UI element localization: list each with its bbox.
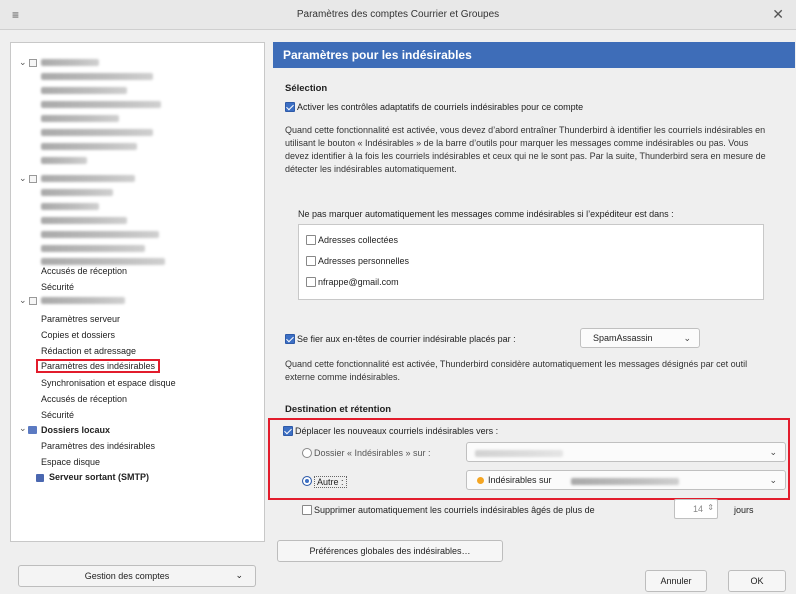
whitelist-label: Ne pas marquer automatiquement les messa… [298,209,674,219]
redacted-text [571,478,679,485]
trust-headers-value: SpamAssassin [593,333,653,343]
redacted-text [41,73,153,80]
window-title: Paramètres des comptes Courrier et Group… [296,9,500,20]
redacted-text [41,101,161,108]
sidebar-item-junk-settings[interactable]: Paramètres des indésirables [36,359,161,373]
whitelist-collected-checkbox[interactable] [306,235,316,245]
account-icon [29,175,37,183]
redacted-text [41,87,127,94]
account-actions-label: Gestion des comptes [84,571,170,581]
redacted-text [41,297,125,304]
expand-icon[interactable]: ⌄ [19,423,27,434]
smtp-icon [36,474,44,482]
ok-button[interactable]: OK [728,570,786,592]
sidebar-item-smtp[interactable]: Serveur sortant (SMTP) [49,471,149,484]
sidebar-item-server-settings[interactable]: Paramètres serveur [41,313,120,326]
account-actions-button[interactable]: Gestion des comptes ⌄ [18,565,256,587]
expand-icon[interactable]: ⌄ [19,173,27,184]
section-destination-title: Destination et rétention [285,404,392,415]
sidebar-item-disk-space[interactable]: Espace disque [41,456,100,469]
folder-option-radio[interactable] [302,448,312,458]
adaptive-junk-checkbox[interactable] [285,102,295,112]
folder-icon [477,477,484,484]
chevron-down-icon: ⌄ [235,570,243,580]
redacted-text [41,231,159,238]
trust-headers-dropdown[interactable]: SpamAssassin ⌄ [580,328,700,348]
chevron-down-icon: ⌄ [683,333,691,343]
sidebar-item-security[interactable]: Sécurité [41,281,74,294]
sidebar-item-copies-folders[interactable]: Copies et dossiers [41,329,115,342]
redacted-text [41,143,137,150]
redacted-text [475,450,563,457]
account-icon [29,59,37,67]
whitelist-collected-label[interactable]: Adresses collectées [318,235,398,245]
expand-icon[interactable]: ⌄ [19,295,27,306]
redacted-text [41,245,145,252]
trust-description: Quand cette fonctionnalité est activée, … [285,359,748,382]
sidebar-item-security-2[interactable]: Sécurité [41,409,74,422]
redacted-text [41,189,113,196]
whitelist-personal-label[interactable]: Adresses personnelles [318,256,409,266]
auto-delete-days-value: 14 [692,504,703,514]
spinner-arrows-icon[interactable]: ⇕ [707,503,714,512]
sidebar-item-return-receipts-2[interactable]: Accusés de réception [41,393,127,406]
auto-delete-days-spinner[interactable]: 14 ⇕ [674,499,718,519]
redacted-text [41,175,135,182]
adaptive-junk-label[interactable]: Activer les contrôles adaptatifs de cour… [297,102,583,112]
other-folder-value: Indésirables sur [488,475,552,485]
account-tree[interactable]: ⌄ ⌄ Accusés de réception Sécurité ⌄ Para… [10,42,265,542]
move-junk-checkbox[interactable] [283,426,293,436]
section-selection-title: Sélection [285,83,328,94]
cancel-button[interactable]: Annuler [645,570,707,592]
sidebar-item-composition[interactable]: Rédaction et adressage [41,345,136,358]
redacted-text [41,129,153,136]
whitelist-personal-checkbox[interactable] [306,256,316,266]
adaptive-description: Quand cette fonctionnalité est activée, … [285,125,766,174]
account-icon [29,297,37,305]
whitelist-address-label[interactable]: nfrappe@gmail.com [318,277,399,287]
redacted-text [41,59,99,66]
sidebar-item-local-folders[interactable]: Dossiers locaux [41,424,110,437]
title-bar: ≡ Paramètres des comptes Courrier et Gro… [0,0,796,30]
other-folder-value-wrap: Indésirables sur [477,475,552,485]
auto-delete-checkbox[interactable] [302,505,312,515]
move-junk-label[interactable]: Déplacer les nouveaux courriels indésira… [295,426,498,436]
folder-option-label[interactable]: Dossier « Indésirables » sur : [314,448,431,458]
trust-headers-checkbox[interactable] [285,334,295,344]
other-folder-dropdown[interactable]: Indésirables sur ⌄ [466,470,786,490]
whitelist-address-checkbox[interactable] [306,277,316,287]
redacted-text [41,217,127,224]
global-junk-prefs-button[interactable]: Préférences globales des indésirables… [277,540,503,562]
redacted-text [41,203,99,210]
sidebar-item-return-receipts[interactable]: Accusés de réception [41,265,127,278]
other-option-label[interactable]: Autre : [314,476,347,488]
chevron-down-icon: ⌄ [769,447,777,457]
folder-account-dropdown[interactable]: ⌄ [466,442,786,462]
redacted-text [41,115,119,122]
auto-delete-label[interactable]: Supprimer automatiquement les courriels … [314,505,595,515]
expand-icon[interactable]: ⌄ [19,57,27,68]
other-option-radio[interactable] [302,476,312,486]
redacted-text [41,157,87,164]
trust-headers-label[interactable]: Se fier aux en-têtes de courrier indésir… [297,334,516,344]
chevron-down-icon: ⌄ [769,475,777,485]
sidebar-item-sync-storage[interactable]: Synchronisation et espace disque [41,377,176,390]
sidebar-item-local-junk-settings[interactable]: Paramètres des indésirables [41,440,155,453]
days-unit: jours [734,505,754,515]
local-folders-icon [28,426,37,434]
close-icon[interactable]: ✕ [772,6,784,23]
panel-title: Paramètres pour les indésirables [273,42,795,68]
redacted-text [41,258,165,265]
